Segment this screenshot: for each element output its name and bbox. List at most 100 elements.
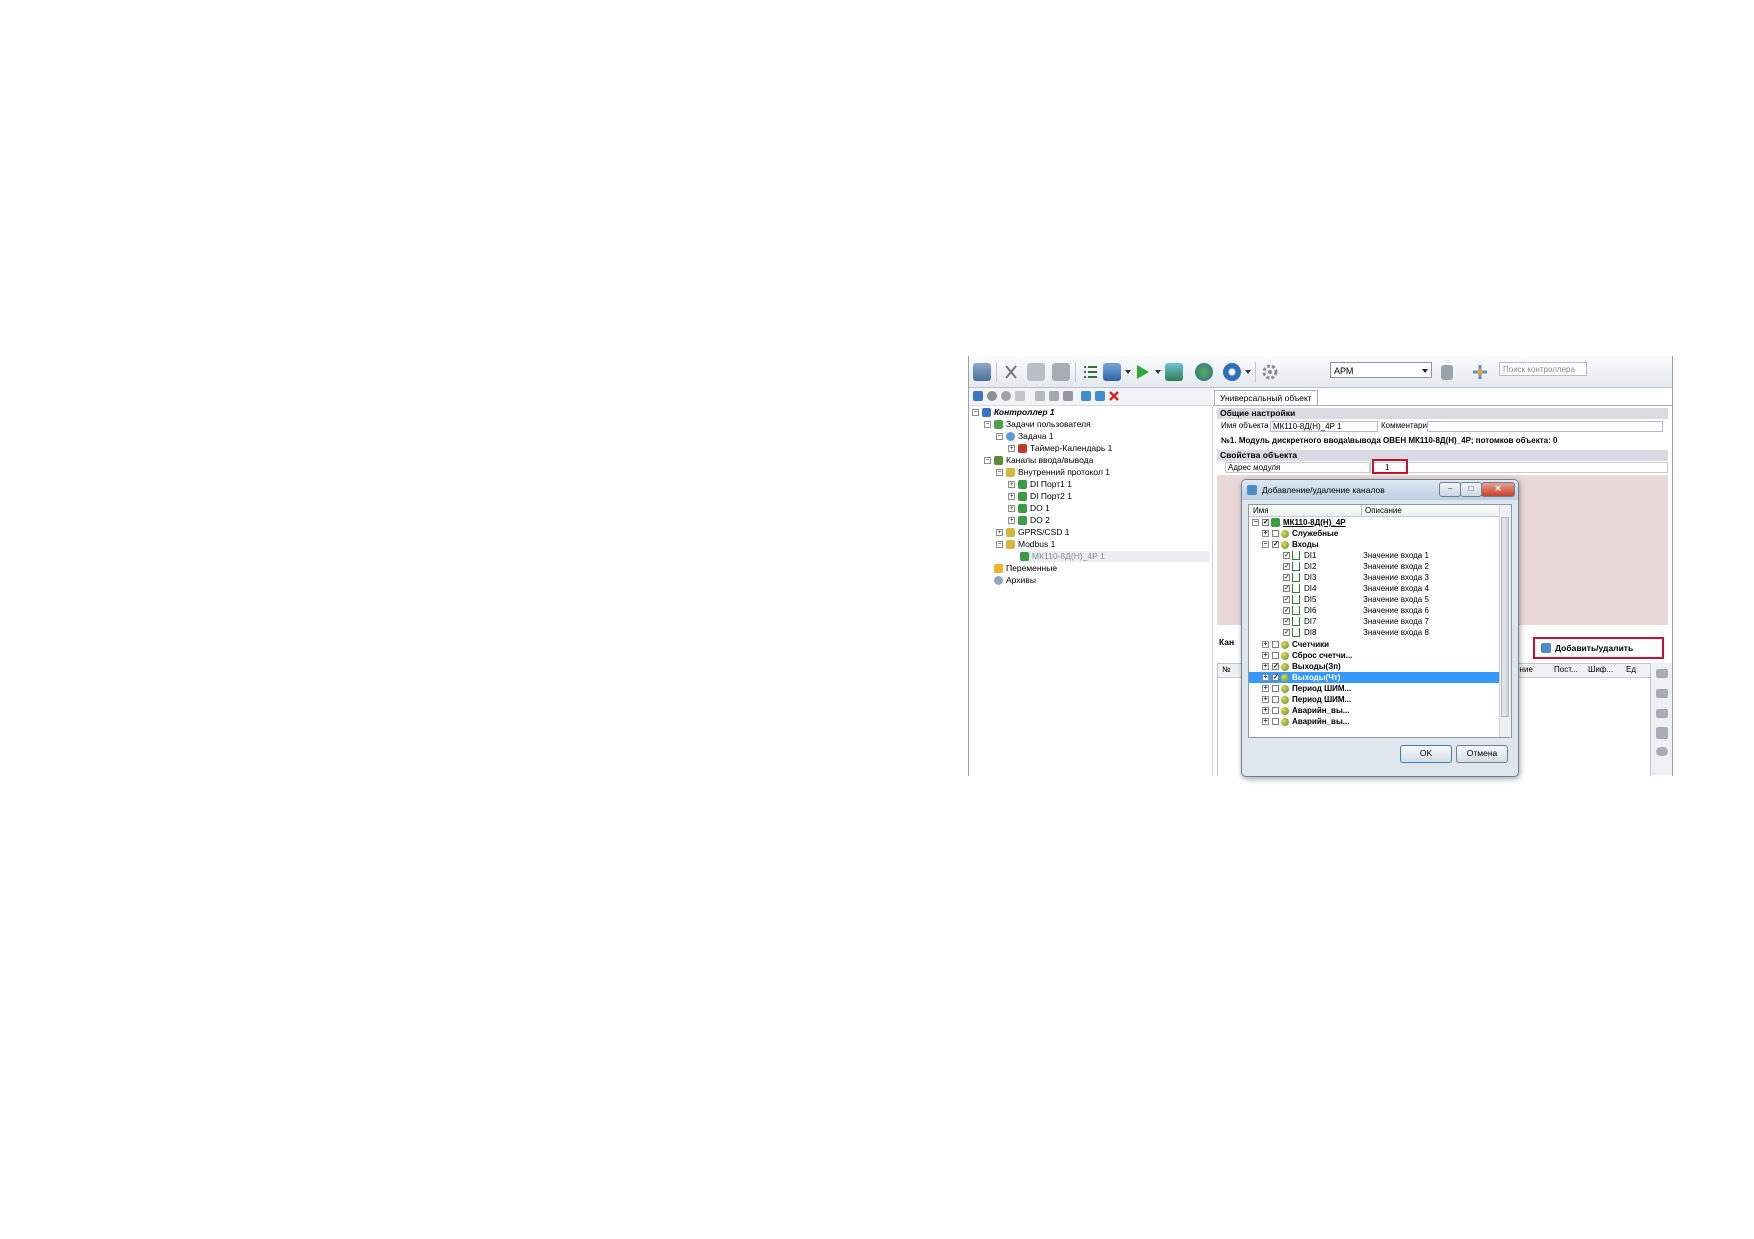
tree-node-archives[interactable]: Архивы bbox=[994, 575, 1036, 586]
collapse-icon[interactable]: − bbox=[996, 469, 1003, 477]
tree-view-icon[interactable] bbox=[1656, 669, 1668, 678]
save-icon[interactable] bbox=[973, 363, 991, 381]
collapse-icon[interactable]: − bbox=[996, 541, 1003, 549]
group-pwm-period-1[interactable]: + Период ШИМ... bbox=[1249, 683, 1511, 694]
channel-checkbox[interactable]: ✓ bbox=[1283, 607, 1290, 615]
tree-node-mk110[interactable]: МК110-8Д(Н)_4Р 1 bbox=[1020, 551, 1210, 562]
group-outputs-write[interactable]: + ✓ Выходы(Зп) bbox=[1249, 661, 1511, 672]
connect-icon[interactable] bbox=[1223, 363, 1241, 381]
tree-node-controller[interactable]: − Контроллер 1 bbox=[972, 407, 1055, 418]
controller-search-input[interactable]: Поиск контроллера bbox=[1499, 362, 1587, 376]
expand-icon[interactable]: + bbox=[1008, 481, 1015, 489]
move-up-icon[interactable] bbox=[987, 391, 997, 401]
channel-row-di4[interactable]: ✓ DI4 Значение входа 4 bbox=[1249, 583, 1511, 594]
group-alarm-1[interactable]: + Аварийн_вы... bbox=[1249, 705, 1511, 716]
col-desc-header[interactable]: Описание bbox=[1361, 505, 1402, 516]
network-icon[interactable] bbox=[1195, 363, 1213, 381]
col-name-header[interactable]: Имя bbox=[1253, 505, 1269, 516]
group-counter-reset[interactable]: + Сброс счетчи... bbox=[1249, 650, 1511, 661]
expand-icon[interactable]: + bbox=[1262, 718, 1269, 726]
dialog-root-module[interactable]: − ✓ МК110-8Д(Н)_4Р bbox=[1249, 517, 1502, 528]
channel-row-di1[interactable]: ✓ DI1 Значение входа 1 bbox=[1249, 550, 1511, 561]
channel-row-di8[interactable]: ✓ DI8 Значение входа 8 bbox=[1249, 627, 1511, 638]
close-icon[interactable]: ✕ bbox=[1481, 482, 1515, 497]
duplicate-icon[interactable] bbox=[1015, 391, 1025, 401]
list-icon[interactable] bbox=[1081, 363, 1099, 381]
expand-icon[interactable]: + bbox=[1262, 641, 1269, 649]
expand-icon[interactable]: + bbox=[1008, 445, 1015, 453]
channel-row-di2[interactable]: ✓ DI2 Значение входа 2 bbox=[1249, 561, 1511, 572]
channel-checkbox[interactable]: ✓ bbox=[1283, 574, 1290, 582]
chevron-down-icon[interactable] bbox=[1422, 369, 1428, 373]
connect-dropdown-icon[interactable] bbox=[1245, 370, 1251, 374]
collapse-icon[interactable]: − bbox=[1262, 541, 1269, 549]
profile-combo[interactable]: АРМ bbox=[1330, 362, 1432, 378]
group-counters[interactable]: + Счетчики bbox=[1249, 639, 1511, 650]
expand-icon[interactable]: + bbox=[1262, 652, 1269, 660]
tree-node-modbus[interactable]: − Modbus 1 bbox=[996, 539, 1055, 550]
channel-checkbox[interactable]: ✓ bbox=[1283, 585, 1290, 593]
expand-icon[interactable]: + bbox=[1262, 685, 1269, 693]
expand-icon[interactable]: + bbox=[1008, 493, 1015, 501]
tree-node-io-channels[interactable]: − Каналы ввода/вывода bbox=[984, 455, 1093, 466]
channel-checkbox[interactable]: ✓ bbox=[1283, 629, 1290, 637]
minimize-icon[interactable]: – bbox=[1439, 482, 1461, 497]
expand-icon[interactable]: + bbox=[1262, 663, 1269, 671]
channel-row-di5[interactable]: ✓ DI5 Значение входа 5 bbox=[1249, 594, 1511, 605]
group-checkbox[interactable]: ✓ bbox=[1272, 663, 1279, 671]
channel-row-di7[interactable]: ✓ DI7 Значение входа 7 bbox=[1249, 616, 1511, 627]
download-dropdown-icon[interactable] bbox=[1125, 370, 1131, 374]
group-checkbox[interactable] bbox=[1272, 641, 1279, 649]
cut-object-icon[interactable] bbox=[1035, 391, 1045, 401]
move-channel-icon[interactable] bbox=[1656, 689, 1668, 698]
maximize-icon[interactable]: □ bbox=[1460, 482, 1482, 497]
group-checkbox[interactable] bbox=[1272, 696, 1279, 704]
group-service[interactable]: + Служебные bbox=[1249, 528, 1511, 539]
download-icon[interactable] bbox=[1103, 363, 1121, 381]
ok-button[interactable]: OK bbox=[1400, 745, 1452, 763]
grid-col-source[interactable]: Пост... bbox=[1554, 665, 1578, 674]
find-controller-icon[interactable] bbox=[1471, 363, 1489, 381]
root-checkbox[interactable]: ✓ bbox=[1262, 519, 1269, 527]
group-checkbox[interactable] bbox=[1272, 685, 1279, 693]
expand-icon[interactable]: + bbox=[1262, 530, 1269, 538]
dialog-scrollbar[interactable] bbox=[1499, 505, 1511, 737]
tree-node-task[interactable]: − Задача 1 bbox=[996, 431, 1054, 442]
comment-field[interactable] bbox=[1427, 421, 1663, 432]
properties-icon[interactable] bbox=[1656, 727, 1668, 739]
tree-node-variables[interactable]: Переменные bbox=[994, 563, 1057, 574]
expand-icon[interactable]: + bbox=[1008, 517, 1015, 525]
copy-object-icon[interactable] bbox=[1049, 391, 1059, 401]
tree-node-do2[interactable]: + DO 2 bbox=[1008, 515, 1050, 526]
gear-icon[interactable] bbox=[1261, 363, 1279, 381]
grid-col-unit[interactable]: Ед bbox=[1626, 665, 1636, 674]
monitor-icon[interactable] bbox=[1165, 363, 1183, 381]
move-down-icon[interactable] bbox=[1001, 391, 1011, 401]
calculator-icon[interactable] bbox=[1441, 365, 1453, 380]
tree-node-user-tasks[interactable]: − Задачи пользователя bbox=[984, 419, 1091, 430]
export-icon[interactable] bbox=[1095, 391, 1105, 401]
grid-col-cipher[interactable]: Шиф... bbox=[1588, 665, 1613, 674]
tab-universal-object[interactable]: Универсальный объект bbox=[1214, 390, 1318, 405]
channel-checkbox[interactable]: ✓ bbox=[1283, 552, 1290, 560]
expand-icon[interactable]: + bbox=[1262, 696, 1269, 704]
channel-row-di3[interactable]: ✓ DI3 Значение входа 3 bbox=[1249, 572, 1511, 583]
channel-checkbox[interactable]: ✓ bbox=[1283, 618, 1290, 626]
expand-icon[interactable]: + bbox=[1262, 674, 1269, 682]
tree-node-internal-protocol[interactable]: − Внутренний протокол 1 bbox=[996, 467, 1110, 478]
run-icon[interactable] bbox=[1133, 363, 1151, 381]
collapse-icon[interactable]: − bbox=[996, 433, 1003, 441]
channel-checkbox[interactable]: ✓ bbox=[1283, 596, 1290, 604]
group-inputs[interactable]: − ✓ Входы bbox=[1249, 539, 1511, 550]
link-icon[interactable] bbox=[1656, 747, 1668, 756]
group-outputs-read[interactable]: + ✓ Выходы(Чт) bbox=[1249, 672, 1511, 683]
grid-col-number[interactable]: № bbox=[1222, 665, 1231, 674]
group-checkbox[interactable] bbox=[1272, 707, 1279, 715]
module-address-field[interactable]: 1 bbox=[1370, 462, 1668, 473]
expand-icon[interactable]: + bbox=[996, 529, 1003, 537]
cancel-button[interactable]: Отмена bbox=[1456, 745, 1508, 763]
group-checkbox[interactable] bbox=[1272, 718, 1279, 726]
channel-row-di6[interactable]: ✓ DI6 Значение входа 6 bbox=[1249, 605, 1511, 616]
tree-node-di-port2[interactable]: + DI Порт2 1 bbox=[1008, 491, 1072, 502]
group-checkbox[interactable]: ✓ bbox=[1272, 674, 1279, 682]
